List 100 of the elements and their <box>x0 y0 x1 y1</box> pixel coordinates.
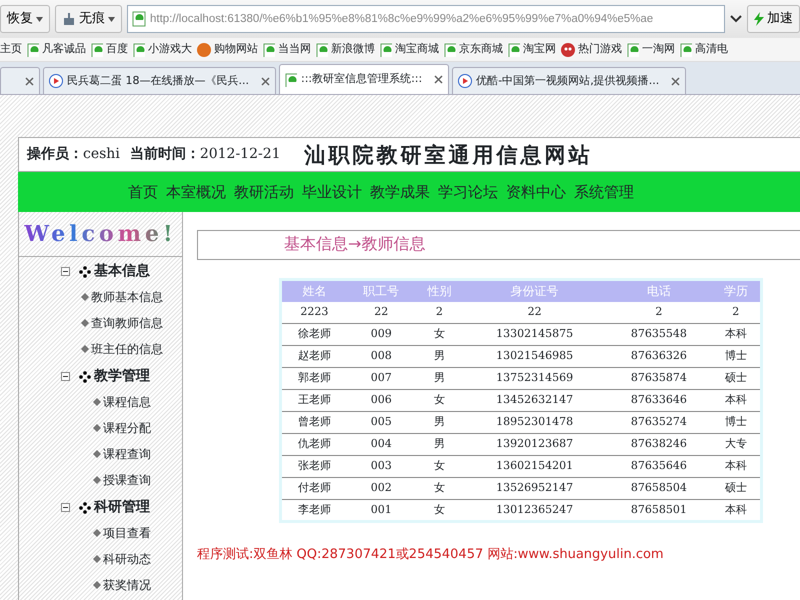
browser-tab[interactable]: 民兵葛二蛋 18—在线播放—《民兵... <box>43 67 276 94</box>
bookmark-link[interactable]: 京东商城 <box>444 41 503 58</box>
sidebar-link[interactable]: 课程信息 <box>103 393 151 411</box>
bookmark-link[interactable]: 凡客诚品 <box>27 41 86 58</box>
diamond-icon <box>93 581 101 589</box>
table-cell: 2 <box>416 302 463 324</box>
close-icon <box>260 76 270 86</box>
diamond-icon <box>93 555 101 563</box>
bookmark-link[interactable]: 淘宝网 <box>508 41 556 58</box>
table-cell: 博士 <box>712 412 762 434</box>
bookmark-link[interactable]: 百度 <box>91 41 128 58</box>
bookmark-link[interactable]: 主页 <box>0 41 22 58</box>
table-cell: 87635646 <box>606 456 712 478</box>
sidebar-group-label: 科研管理 <box>94 498 150 517</box>
collapse-icon[interactable] <box>61 372 70 381</box>
diamond-icon <box>81 319 89 327</box>
table-cell: 男 <box>416 346 463 368</box>
page-icon <box>380 42 392 56</box>
sidebar-link[interactable]: 项目查看 <box>103 524 151 542</box>
table-cell: 女 <box>416 324 463 346</box>
sidebar-link[interactable]: 课程查询 <box>103 445 151 463</box>
time-label: 当前时间： <box>130 145 200 164</box>
restore-button[interactable]: 恢复 <box>0 5 50 33</box>
diamond-dots-icon <box>79 502 91 514</box>
sidebar-group-label: 基本信息 <box>94 262 150 281</box>
play-icon <box>49 74 63 88</box>
table-cell: 硕士 <box>712 478 762 500</box>
bookmark-link[interactable]: 热门游戏 <box>561 41 622 58</box>
table-cell: 87635274 <box>606 412 712 434</box>
collapse-icon[interactable] <box>61 503 70 512</box>
current-date: 2012-12-21 <box>200 145 281 164</box>
table-cell: 郭老师 <box>280 368 347 390</box>
table-cell: 87658504 <box>606 478 712 500</box>
nav-link[interactable]: 毕业设计 <box>302 180 362 204</box>
collapse-icon[interactable] <box>61 267 70 276</box>
sidebar-link[interactable]: 授课查询 <box>103 471 151 489</box>
table-cell: 张老师 <box>280 456 347 478</box>
sidebar-link[interactable]: 课程分配 <box>103 419 151 437</box>
diamond-icon <box>93 398 101 406</box>
table-cell: 13302145875 <box>462 324 606 346</box>
bookmark-link[interactable]: 当当网 <box>263 41 311 58</box>
browser-tab[interactable]: 优酷-中国第一视频网站,提供视频播... <box>452 67 686 94</box>
table-cell: 本科 <box>712 456 762 478</box>
sidebar-link[interactable]: 查询教师信息 <box>91 314 163 332</box>
sidebar-link[interactable]: 科研动态 <box>103 550 151 568</box>
sidebar-link[interactable]: 班主任的信息 <box>91 340 163 358</box>
table-cell: 87638246 <box>606 434 712 456</box>
address-field[interactable]: http://localhost:61380/%e6%b1%95%e8%81%8c%e9%99%a2%e6%95%99%e7%a0%94%e5%ae <box>127 5 725 33</box>
table-cell: 13602154201 <box>462 456 606 478</box>
table-cell: 13012365247 <box>462 500 606 522</box>
bookmark-link[interactable]: 一淘网 <box>627 41 675 58</box>
nav-link[interactable]: 教学成果 <box>370 180 430 204</box>
table-cell: 女 <box>416 456 463 478</box>
bookmark-link[interactable]: 淘宝商城 <box>380 41 439 58</box>
bookmark-link[interactable]: 购物网站 <box>197 41 258 58</box>
sidebar-link[interactable]: 教师基本信息 <box>91 288 163 306</box>
page-icon <box>680 42 692 56</box>
incognito-button[interactable]: 无痕 <box>55 5 122 33</box>
table-cell: 003 <box>346 456 416 478</box>
table-cell: 87636326 <box>606 346 712 368</box>
table-cell: 付老师 <box>280 478 347 500</box>
table-cell: 本科 <box>712 390 762 412</box>
page-icon <box>284 72 297 86</box>
table-cell: 87635874 <box>606 368 712 390</box>
table-cell: 006 <box>346 390 416 412</box>
play-icon <box>458 74 472 88</box>
table-cell: 硕士 <box>712 368 762 390</box>
table-cell: 女 <box>416 500 463 522</box>
table-cell: 赵老师 <box>280 346 347 368</box>
nav-link[interactable]: 系统管理 <box>574 180 634 204</box>
table-cell: 13021546985 <box>462 346 606 368</box>
breadcrumb-text: 基本信息→教师信息 <box>197 230 800 260</box>
table-cell: 008 <box>346 346 416 368</box>
shop-icon <box>197 42 211 56</box>
table-cell: 本科 <box>712 324 762 346</box>
sidebar-link[interactable]: 获奖情况 <box>103 576 151 594</box>
table-cell: 博士 <box>712 346 762 368</box>
table-cell: 王老师 <box>280 390 347 412</box>
table-cell: 仇老师 <box>280 434 347 456</box>
table-cell: 87635548 <box>606 324 712 346</box>
nav-link[interactable]: 本室概况 <box>166 180 226 204</box>
bookmark-link[interactable]: 小游戏大 <box>133 41 192 58</box>
nav-link[interactable]: 学习论坛 <box>438 180 498 204</box>
nav-link[interactable]: 资料中心 <box>506 180 566 204</box>
bookmark-link[interactable]: 高清电 <box>680 41 728 58</box>
table-cell: 徐老师 <box>280 324 347 346</box>
diamond-dots-icon <box>79 266 91 278</box>
table-cell: 2 <box>712 302 762 324</box>
diamond-icon <box>93 424 101 432</box>
page-icon <box>263 42 275 56</box>
browser-tab[interactable]: :::教研室信息管理系统::: <box>278 64 450 94</box>
bookmark-link[interactable]: 新浪微博 <box>316 41 375 58</box>
table-cell: 大专 <box>712 434 762 456</box>
page-icon <box>627 42 639 56</box>
table-cell: 13452632147 <box>462 390 606 412</box>
table-cell: 009 <box>346 324 416 346</box>
table-cell: 13752314569 <box>462 368 606 390</box>
accelerate-button[interactable]: 加速 <box>747 5 800 33</box>
nav-link[interactable]: 教研活动 <box>234 180 294 204</box>
nav-link[interactable]: 首页 <box>128 180 158 204</box>
